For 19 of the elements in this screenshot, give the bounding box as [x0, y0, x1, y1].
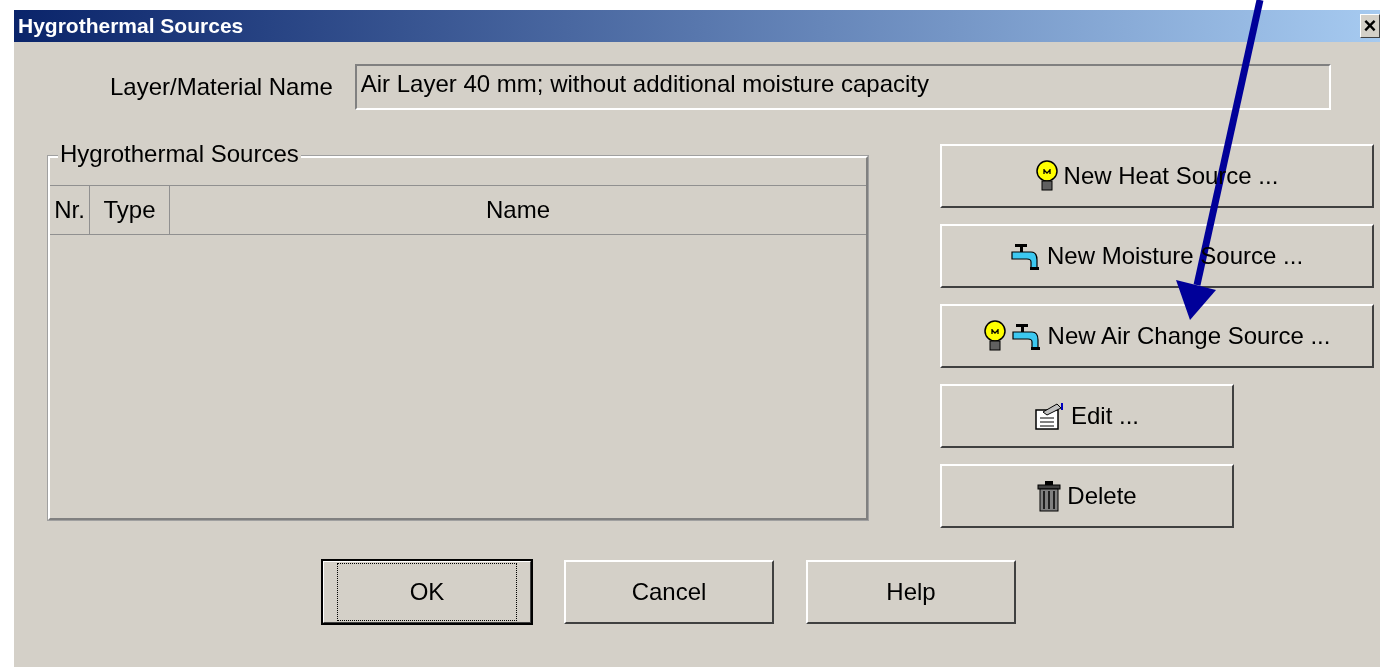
- field-label: Layer/Material Name: [110, 73, 333, 101]
- dialog-button[interactable]: Help: [806, 560, 1016, 624]
- lightbulb-icon: [1035, 160, 1058, 192]
- lightbulb-icon: [983, 320, 1006, 352]
- dialog-button[interactable]: OK: [322, 560, 532, 624]
- trash-icon: [1037, 480, 1062, 512]
- document-edit-icon: [1035, 402, 1065, 430]
- faucet-icon: [1010, 242, 1041, 270]
- faucet-icon: [1011, 322, 1042, 350]
- column-header[interactable]: Nr.: [50, 186, 90, 234]
- column-header[interactable]: Name: [170, 186, 866, 234]
- window-title: Hygrothermal Sources: [18, 14, 244, 38]
- column-header[interactable]: Type: [90, 186, 170, 234]
- close-button[interactable]: ×: [1360, 14, 1380, 38]
- name-field[interactable]: Air Layer 40 mm; without additional moisture capacity: [354, 64, 1331, 110]
- action-button[interactable]: Delete: [940, 464, 1234, 528]
- action-button[interactable]: Edit ...: [940, 384, 1234, 448]
- dialog-button[interactable]: Cancel: [564, 560, 774, 624]
- action-button[interactable]: New Air Change Source ...: [940, 304, 1374, 368]
